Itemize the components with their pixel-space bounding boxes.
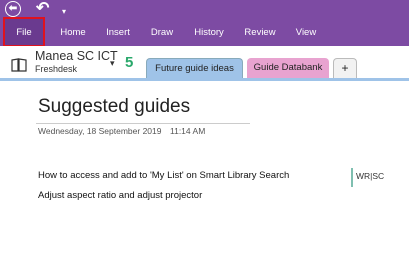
- tab-insert[interactable]: Insert: [101, 19, 135, 46]
- customize-toolbar-icon[interactable]: ▾: [62, 4, 66, 20]
- section-tab-future-guide-ideas[interactable]: Future guide ideas: [146, 58, 243, 78]
- tab-home[interactable]: Home: [55, 19, 91, 46]
- note-line[interactable]: Adjust aspect ratio and adjust projector: [38, 190, 202, 201]
- title-bar: ⬅ ↶ ▾: [0, 0, 409, 19]
- tab-history[interactable]: History: [189, 19, 229, 46]
- section-color-line: [0, 78, 409, 81]
- tab-draw[interactable]: Draw: [146, 19, 178, 46]
- notebook-dropdown-icon[interactable]: ▾: [110, 58, 115, 69]
- back-icon[interactable]: ⬅: [5, 1, 21, 17]
- ribbon-tabs: File Home Insert Draw History Review Vie…: [0, 19, 409, 46]
- add-section-button[interactable]: +: [333, 58, 357, 78]
- notebook-icon[interactable]: [11, 58, 27, 72]
- section-tab-guide-databank[interactable]: Guide Databank: [247, 58, 329, 78]
- author-tag: WR|SC: [356, 171, 385, 181]
- tab-review[interactable]: Review: [241, 19, 279, 46]
- notebook-section-group[interactable]: Freshdesk: [35, 64, 77, 74]
- file-tab-highlight: [3, 17, 45, 47]
- page-title[interactable]: Suggested guides: [38, 96, 190, 118]
- sync-icon[interactable]: 5: [125, 54, 133, 71]
- title-underline: [36, 123, 250, 124]
- author-indicator-bar: [351, 168, 353, 187]
- note-line[interactable]: How to access and add to 'My List' on Sm…: [38, 170, 289, 181]
- undo-icon[interactable]: ↶: [36, 1, 49, 17]
- page-date: Wednesday, 18 September 2019: [38, 126, 162, 136]
- tab-view[interactable]: View: [290, 19, 322, 46]
- page-time: 11:14 AM: [170, 126, 206, 136]
- notebook-name[interactable]: Manea SC ICT: [35, 49, 118, 63]
